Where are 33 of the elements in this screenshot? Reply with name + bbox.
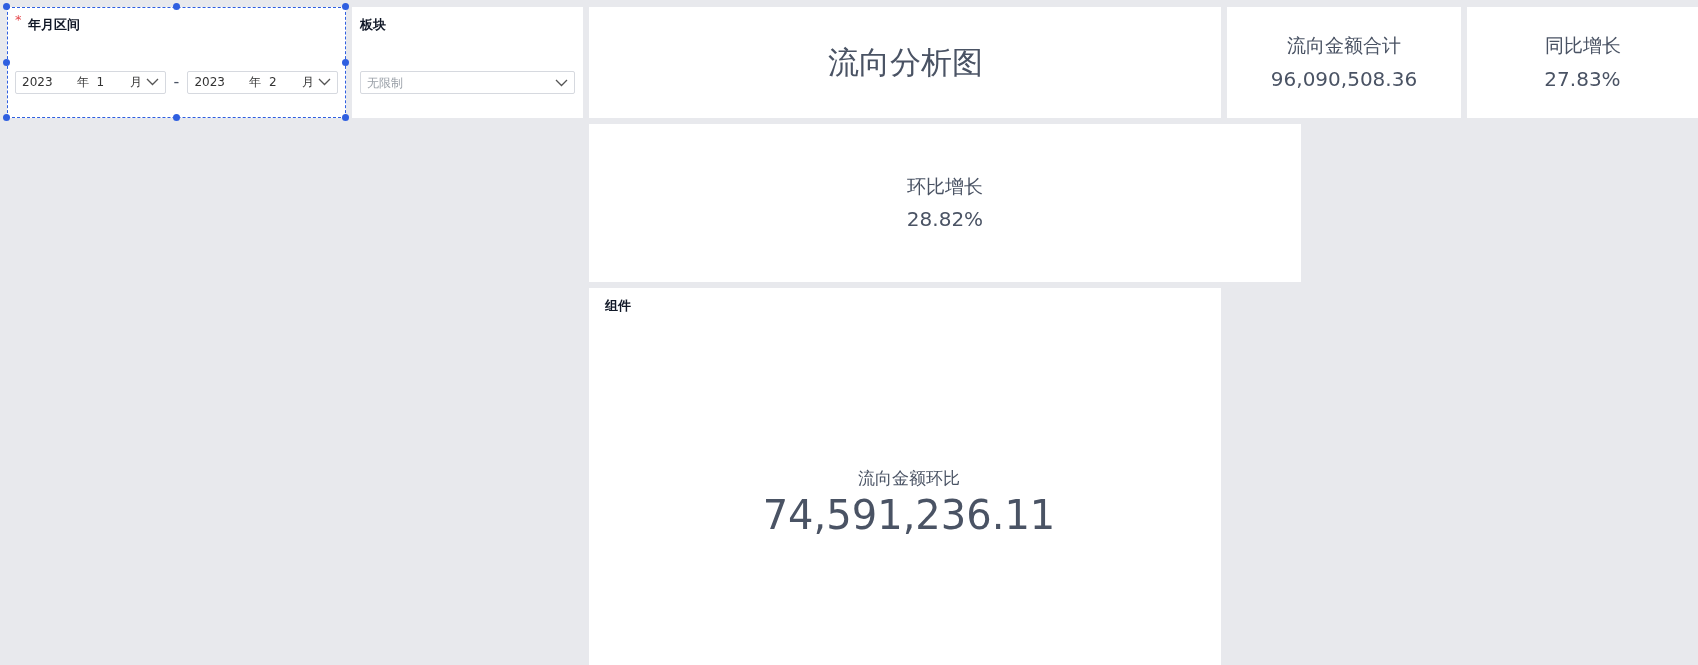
resize-handle[interactable] <box>342 58 349 66</box>
chevron-down-icon <box>145 78 159 86</box>
field-label: 年月区间 <box>27 16 80 34</box>
resize-handle[interactable] <box>3 58 10 66</box>
metric-value: 27.83% <box>1544 65 1621 93</box>
widget-title: 组件 <box>605 297 632 315</box>
widget-card[interactable]: 板块 无限制 <box>352 7 583 118</box>
resize-handle[interactable] <box>172 114 180 121</box>
widget-card[interactable]: 同比增长 27.83% <box>1467 7 1698 118</box>
widget-card[interactable]: 环比增长 28.82% <box>589 124 1301 282</box>
year-month-picker[interactable]: 2023 年 2 月 <box>187 70 338 94</box>
year-month-picker[interactable]: 2023 年 1 月 <box>15 70 166 94</box>
required-mark: * <box>15 11 22 29</box>
resize-handle[interactable] <box>342 3 349 10</box>
dashboard-title: 流向分析图 <box>827 43 983 83</box>
widget-card[interactable]: 组件 流向金额环比 74,591,236.11 <box>589 288 1221 665</box>
chevron-down-icon <box>318 78 331 86</box>
metric-value: 74,591,236.11 <box>762 491 1056 539</box>
widget-card[interactable]: 流向金额合计 96,090,508.36 <box>1227 7 1461 118</box>
chevron-down-icon <box>555 78 568 87</box>
metric-label: 流向金额合计 <box>1287 33 1401 59</box>
resize-handle[interactable] <box>3 114 10 121</box>
range-separator: - <box>172 71 181 93</box>
metric-label: 同比增长 <box>1544 33 1621 59</box>
metric-label: 流向金额环比 <box>858 466 960 490</box>
resize-handle[interactable] <box>3 3 10 10</box>
resize-handle[interactable] <box>342 114 349 121</box>
field-label: 板块 <box>360 16 387 34</box>
metric-label: 环比增长 <box>907 173 983 199</box>
widget-card[interactable]: 流向分析图 <box>589 7 1221 118</box>
metric-value: 96,090,508.36 <box>1270 65 1418 93</box>
metric-value: 28.82% <box>906 206 984 234</box>
resize-handle[interactable] <box>172 3 180 10</box>
